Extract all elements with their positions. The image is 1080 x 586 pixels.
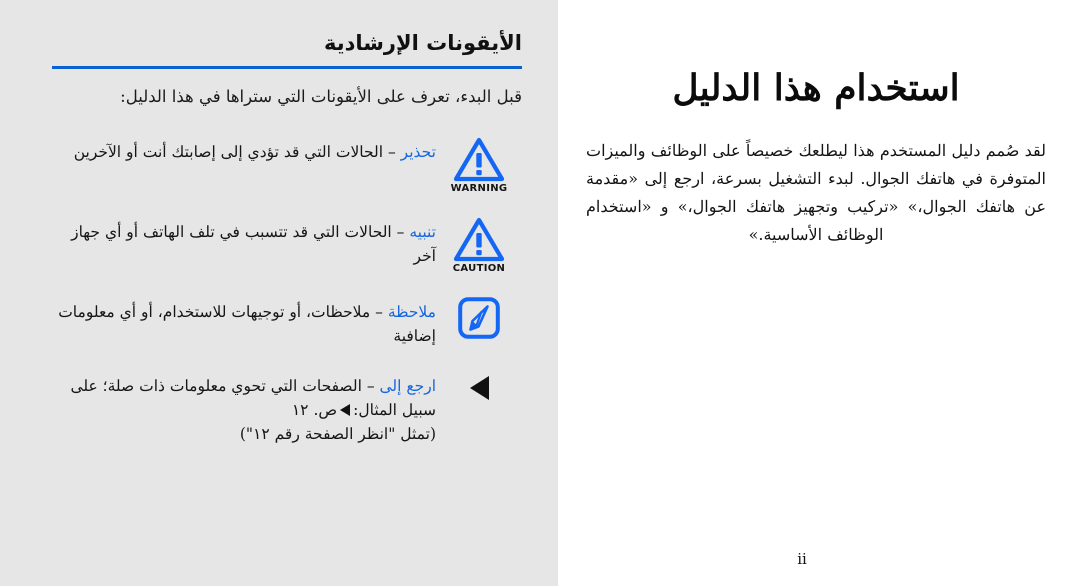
intro-paragraph: قبل البدء، تعرف على الأيقونات التي ستراه… xyxy=(120,87,522,107)
legend-row-warning-text: تحذير – الحالات التي قد تؤدي إلى إصابتك … xyxy=(52,136,436,164)
icon-legend-list: تحذير – الحالات التي قد تؤدي إلى إصابتك … xyxy=(52,136,522,446)
left-arrow-icon xyxy=(469,376,489,401)
legend-row-caution-icon-cell: CAUTION xyxy=(436,216,522,274)
caution-triangle-icon xyxy=(453,216,505,262)
inline-left-arrow-icon xyxy=(340,404,351,417)
legend-row-warning: تحذير – الحالات التي قد تؤدي إلى إصابتك … xyxy=(52,136,522,194)
legend-dash-refer-to: – xyxy=(361,377,380,396)
left-panel-content: الأيقونات الإرشادية قبل البدء، تعرف على … xyxy=(52,30,522,468)
legend-desc-warning: الحالات التي قد تؤدي إلى إصابتك أنت أو ا… xyxy=(73,143,384,161)
legend-keyword-caution: تنبيه xyxy=(409,223,436,241)
legend-row-refer-to: ارجع إلى – الصفحات التي تحوي معلومات ذات… xyxy=(52,370,522,446)
intro-body-paragraph: لقد صُمم دليل المستخدم هذا ليطلعك خصيصاً… xyxy=(586,141,1046,244)
legend-row-note: ملاحظة – ملاحظات، أو توجيهات للاستخدام، … xyxy=(52,296,522,348)
legend-row-note-icon-cell xyxy=(436,296,522,341)
legend-desc-caution: الحالات التي قد تتسبب في تلف الهاتف أو أ… xyxy=(71,223,436,266)
warning-triangle-icon xyxy=(453,136,505,182)
warning-icon-caption: WARNING xyxy=(450,183,508,194)
legend-row-note-text: ملاحظة – ملاحظات، أو توجيهات للاستخدام، … xyxy=(52,296,436,348)
document-page: الأيقونات الإرشادية قبل البدء، تعرف على … xyxy=(0,0,1080,586)
legend-desc-refer-to-after: ص. ١٢ xyxy=(291,401,338,420)
legend-dash-note: – xyxy=(370,303,388,321)
legend-row-refer-to-text: ارجع إلى – الصفحات التي تحوي معلومات ذات… xyxy=(52,370,436,446)
legend-desc-refer-to-parenthetical: (تمثل "انظر الصفحة رقم ١٢") xyxy=(239,425,436,444)
legend-row-refer-to-icon-cell xyxy=(436,370,522,401)
legend-keyword-note: ملاحظة xyxy=(387,303,436,321)
section-heading: الأيقونات الإرشادية xyxy=(323,31,522,55)
legend-keyword-refer-to: ارجع إلى xyxy=(379,377,437,396)
page-number: ii xyxy=(797,550,807,568)
legend-dash-caution: – xyxy=(391,223,410,241)
legend-row-warning-icon-cell: WARNING xyxy=(436,136,522,194)
page-title: استخدام هذا الدليل xyxy=(672,67,960,109)
note-pencil-icon xyxy=(457,296,501,340)
right-panel-content: استخدام هذا الدليل لقد صُمم دليل المستخد… xyxy=(586,66,1046,249)
caution-icon-caption: CAUTION xyxy=(452,263,506,274)
legend-row-caution-text: تنبيه – الحالات التي قد تتسبب في تلف اله… xyxy=(52,216,436,268)
blue-divider-rule xyxy=(52,66,522,70)
legend-keyword-warning: تحذير xyxy=(400,143,436,161)
legend-dash-warning: – xyxy=(383,143,401,161)
legend-row-caution: تنبيه – الحالات التي قد تتسبب في تلف اله… xyxy=(52,216,522,274)
right-white-panel: استخدام هذا الدليل لقد صُمم دليل المستخد… xyxy=(558,0,1080,586)
left-gray-panel: الأيقونات الإرشادية قبل البدء، تعرف على … xyxy=(0,0,558,586)
